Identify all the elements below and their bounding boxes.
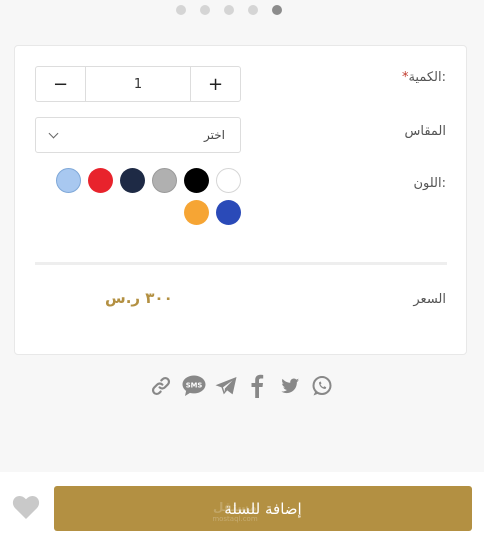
link-icon[interactable]	[150, 374, 172, 398]
color-label: اللون:	[413, 176, 446, 191]
telegram-icon[interactable]	[214, 374, 238, 398]
color-swatch-black[interactable]	[184, 168, 209, 193]
carousel-dot[interactable]	[248, 5, 258, 15]
quantity-input[interactable]: 1	[86, 67, 190, 101]
carousel-dot-active[interactable]	[272, 5, 282, 15]
size-selected-value: اختر	[204, 128, 225, 142]
carousel-dots	[0, 5, 484, 17]
chevron-down-icon	[48, 128, 59, 138]
sms-icon[interactable]: SMS	[181, 374, 207, 398]
size-label: المقاس	[404, 124, 447, 139]
size-select[interactable]: اختر	[35, 117, 241, 153]
carousel-dot[interactable]	[176, 5, 186, 15]
carousel-dot[interactable]	[200, 5, 210, 15]
twitter-icon[interactable]	[279, 374, 301, 398]
color-swatch-red[interactable]	[88, 168, 113, 193]
facebook-icon[interactable]	[250, 374, 264, 398]
price-value: ٣٠٠ ر.س	[105, 289, 173, 307]
color-swatch-navy[interactable]	[120, 168, 145, 193]
watermark-logo: مستقل mostaql.com	[212, 500, 258, 523]
quantity-label: *الكمية:	[402, 70, 446, 85]
carousel-dot[interactable]	[224, 5, 234, 15]
product-options-card: *الكمية: − 1 + المقاس اختر اللون: السعر …	[14, 45, 467, 355]
color-swatch-white[interactable]	[216, 168, 241, 193]
color-swatch-orange[interactable]	[184, 200, 209, 225]
quantity-stepper: − 1 +	[35, 66, 241, 102]
watermark-arabic: مستقل	[213, 500, 257, 514]
watermark-latin: mostaql.com	[212, 515, 258, 523]
quantity-increase-button[interactable]: +	[190, 67, 240, 101]
heart-icon[interactable]	[12, 494, 40, 520]
quantity-decrease-button[interactable]: −	[36, 67, 86, 101]
add-to-cart-button[interactable]: إضافة للسلة	[54, 486, 472, 531]
svg-text:SMS: SMS	[186, 381, 203, 389]
color-swatch-light-blue[interactable]	[56, 168, 81, 193]
divider	[35, 262, 447, 265]
color-swatch-blue[interactable]	[216, 200, 241, 225]
color-swatch-gray[interactable]	[152, 168, 177, 193]
quantity-label-text: الكمية:	[408, 70, 446, 85]
price-label: السعر	[413, 292, 446, 307]
whatsapp-icon[interactable]	[310, 374, 334, 398]
